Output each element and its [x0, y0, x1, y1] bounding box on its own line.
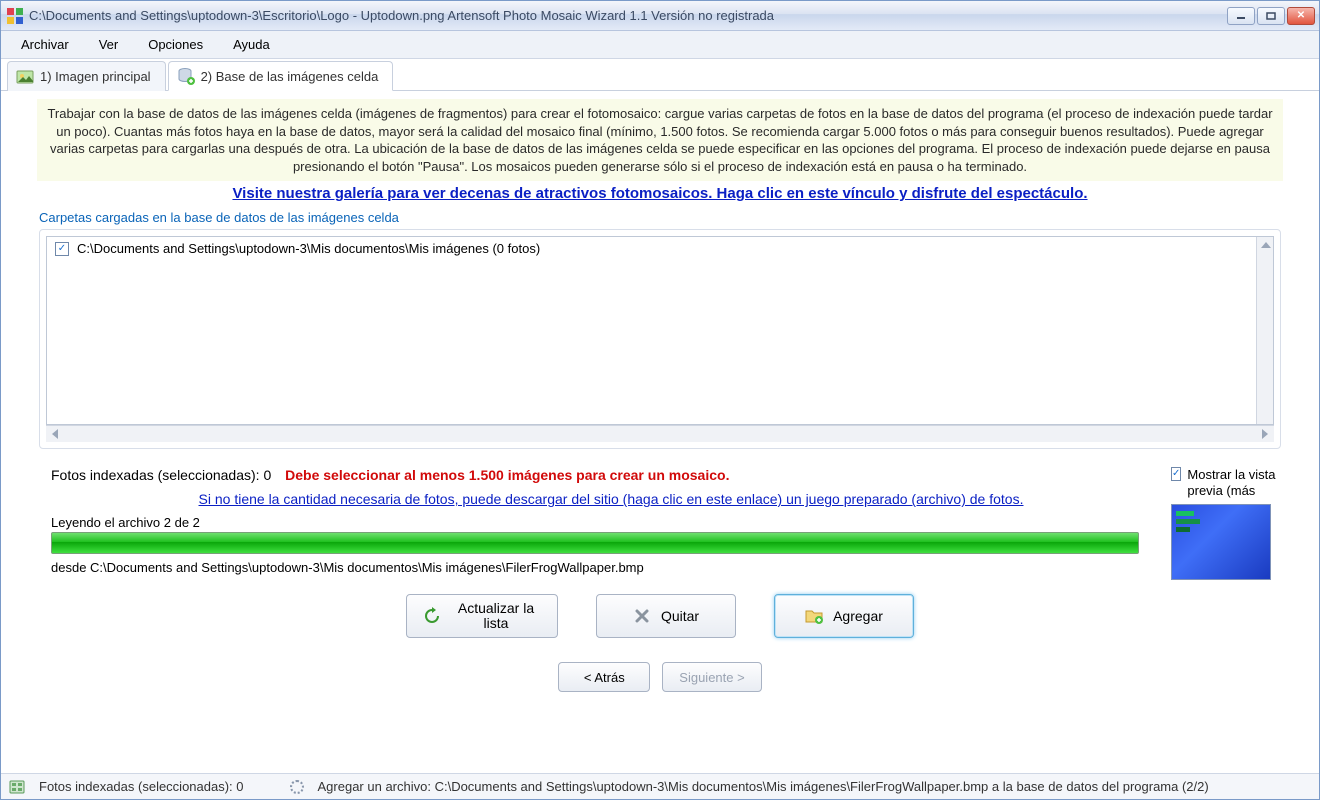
folders-label: Carpetas cargadas en la base de datos de…	[39, 210, 1301, 225]
window-title: C:\Documents and Settings\uptodown-3\Esc…	[29, 8, 1227, 23]
folder-add-icon	[805, 607, 823, 625]
folder-checkbox[interactable]: ✓	[55, 242, 69, 256]
add-button[interactable]: Agregar	[774, 594, 914, 638]
progress-bar	[51, 532, 1139, 554]
busy-spinner-icon	[290, 780, 304, 794]
tab-base-imagenes-celda[interactable]: 2) Base de las imágenes celda	[168, 61, 394, 91]
image-icon	[16, 68, 34, 86]
remove-label: Quitar	[661, 608, 699, 624]
progress-area: Leyendo el archivo 2 de 2 desde C:\Docum…	[51, 509, 1139, 577]
status-adding-file: Agregar un archivo: C:\Documents and Set…	[318, 779, 1209, 794]
stats-row: Fotos indexadas (seleccionadas): 0 Debe …	[51, 467, 1281, 580]
show-preview-checkbox[interactable]: ✓ Mostrar la vista previa (más	[1171, 467, 1281, 498]
tab-label: 2) Base de las imágenes celda	[201, 69, 379, 84]
preview-thumbnail	[1171, 504, 1271, 580]
wizard-nav-row: < Atrás Siguiente >	[19, 662, 1301, 692]
folders-panel: ✓ C:\Documents and Settings\uptodown-3\M…	[39, 229, 1281, 449]
titlebar: C:\Documents and Settings\uptodown-3\Esc…	[1, 1, 1319, 31]
tab-label: 1) Imagen principal	[40, 69, 151, 84]
status-db-icon	[9, 779, 25, 795]
next-button[interactable]: Siguiente >	[662, 662, 761, 692]
add-label: Agregar	[833, 608, 883, 624]
indexed-count-text: Fotos indexadas (seleccionadas): 0	[51, 467, 271, 483]
action-buttons-row: Actualizar la lista Quitar Agregar	[19, 594, 1301, 638]
window-controls: ✕	[1227, 7, 1315, 25]
refresh-list-button[interactable]: Actualizar la lista	[406, 594, 558, 638]
refresh-icon	[423, 607, 441, 625]
app-window: C:\Documents and Settings\uptodown-3\Esc…	[0, 0, 1320, 800]
back-button[interactable]: < Atrás	[558, 662, 650, 692]
folder-path: C:\Documents and Settings\uptodown-3\Mis…	[77, 241, 540, 256]
download-photoset-link[interactable]: Si no tiene la cantidad necesaria de fot…	[51, 491, 1171, 507]
preview-column: ✓ Mostrar la vista previa (más	[1171, 467, 1281, 580]
min-images-warning: Debe seleccionar al menos 1.500 imágenes…	[285, 467, 729, 483]
progress-from-label: desde C:\Documents and Settings\uptodown…	[51, 560, 1139, 575]
menubar: Archivar Ver Opciones Ayuda	[1, 31, 1319, 59]
show-preview-label: Mostrar la vista previa (más	[1187, 467, 1281, 498]
maximize-button[interactable]	[1257, 7, 1285, 25]
horizontal-scrollbar[interactable]	[46, 425, 1274, 442]
info-text: Trabajar con la base de datos de las imá…	[37, 99, 1283, 181]
statusbar: Fotos indexadas (seleccionadas): 0 Agreg…	[1, 773, 1319, 799]
menu-ver[interactable]: Ver	[87, 33, 131, 56]
checkbox-icon: ✓	[1171, 467, 1181, 481]
vertical-scrollbar[interactable]	[1256, 237, 1273, 424]
close-button[interactable]: ✕	[1287, 7, 1315, 25]
tab-imagen-principal[interactable]: 1) Imagen principal	[7, 61, 166, 91]
progress-reading-label: Leyendo el archivo 2 de 2	[51, 515, 1139, 530]
remove-icon	[633, 607, 651, 625]
app-icon	[7, 8, 23, 24]
minimize-button[interactable]	[1227, 7, 1255, 25]
folders-listbox[interactable]: ✓ C:\Documents and Settings\uptodown-3\M…	[46, 236, 1274, 425]
menu-archivar[interactable]: Archivar	[9, 33, 81, 56]
menu-ayuda[interactable]: Ayuda	[221, 33, 282, 56]
wizard-tabs: 1) Imagen principal 2) Base de las imáge…	[1, 59, 1319, 91]
menu-opciones[interactable]: Opciones	[136, 33, 215, 56]
refresh-list-label: Actualizar la lista	[451, 601, 541, 632]
folder-row[interactable]: ✓ C:\Documents and Settings\uptodown-3\M…	[47, 237, 1273, 260]
status-indexed: Fotos indexadas (seleccionadas): 0	[39, 779, 244, 794]
gallery-link[interactable]: Visite nuestra galería para ver decenas …	[19, 185, 1301, 202]
indexed-count: Fotos indexadas (seleccionadas): 0 Debe …	[51, 467, 1171, 483]
content-area: Trabajar con la base de datos de las imá…	[1, 91, 1319, 773]
remove-button[interactable]: Quitar	[596, 594, 736, 638]
database-add-icon	[177, 67, 195, 85]
